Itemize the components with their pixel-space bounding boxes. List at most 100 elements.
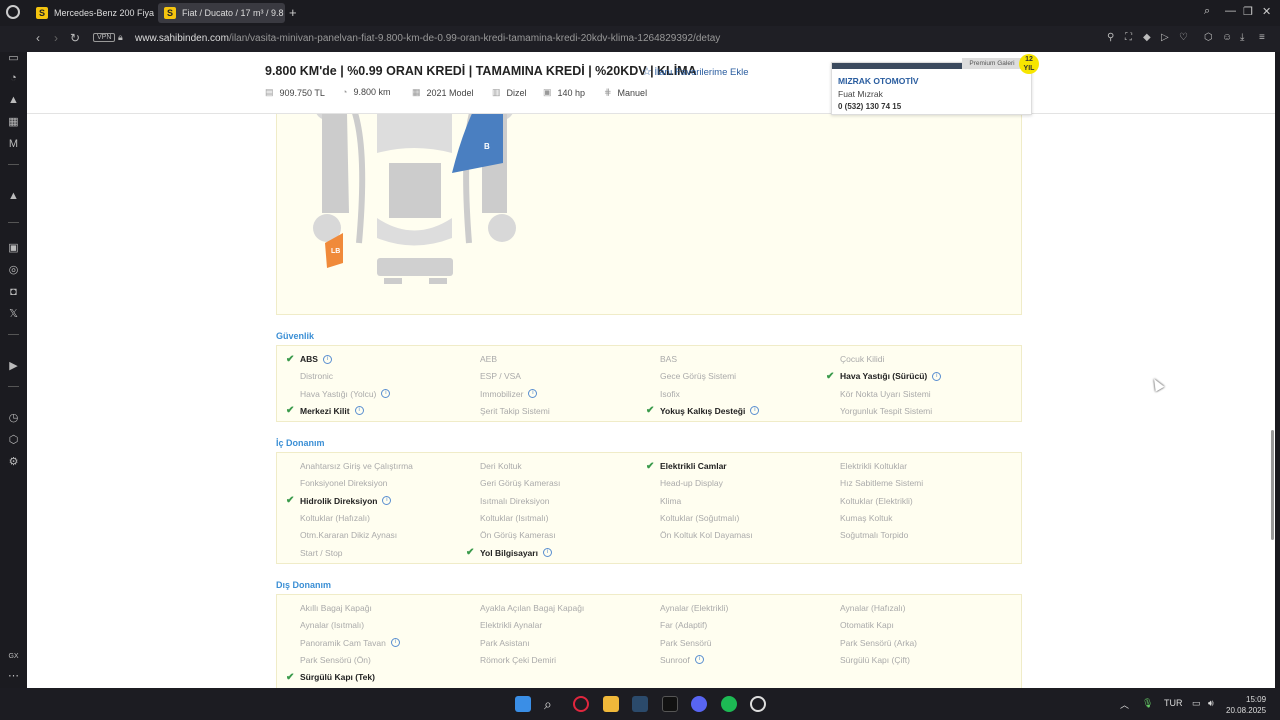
browser-tab-bar: S Mercedes-Benz 200 Fiya S Fiat / Ducato… [0,0,1280,26]
tab-label: Mercedes-Benz 200 Fiya [54,8,154,18]
download-icon[interactable]: ⤓ [1240,32,1244,43]
clock[interactable]: 15:09 20.08.2025 [1226,694,1266,716]
check-icon: ✔ [466,547,475,558]
epic-games-icon[interactable] [662,696,678,712]
extensions-icon[interactable]: ⬡ [1204,32,1213,43]
reload-icon[interactable]: ↻ [70,31,80,45]
minimize-icon[interactable]: — [1225,5,1236,17]
feature-label: Koltuklar (Soğutmalı) [660,512,740,523]
features-guvenlik: ✔ ABS i AEB BAS Çocuk Kilidi Distronic ESP / VS… [276,345,1022,422]
whatsapp-icon[interactable]: ◎ [7,264,20,277]
instagram-icon[interactable]: ◘ [7,286,20,299]
adblock-shield-icon[interactable]: ◆ [1143,32,1151,43]
info-icon[interactable]: i [381,389,391,399]
feature-item: Aynalar (Elektrikli) [660,603,728,613]
feature-item: Distronic [300,371,333,381]
gx-label[interactable]: GX [7,650,20,663]
lock-icon[interactable]: 🔒︎ [118,32,123,43]
info-icon[interactable]: i [354,406,364,416]
search-icon[interactable]: ⌕ [1204,5,1210,18]
history-icon[interactable]: ◔ [7,72,20,85]
clock-icon[interactable]: ◷ [7,412,20,425]
feature-item: Isofix [660,389,680,399]
discord-icon[interactable] [691,696,707,712]
control-icon[interactable]: ▲ [7,94,20,107]
file-explorer-icon[interactable] [603,696,619,712]
feature-label: Elektrikli Aynalar [480,620,543,631]
more-icon[interactable]: ⋯ [7,670,20,683]
send-icon[interactable]: ▷ [1161,32,1169,43]
feature-label: Kör Nokta Uyarı Sistemi [840,388,931,399]
feature-label: Şerit Takip Sistemi [480,405,550,416]
aria-icon[interactable]: ▲ [7,190,20,203]
feature-label: Ayakla Açılan Bagaj Kapağı [480,603,585,613]
seller-phone[interactable]: 0 (532) 130 74 15 [838,102,901,111]
info-icon[interactable]: i [322,354,332,364]
info-icon[interactable]: i [932,371,942,381]
volume-icon[interactable]: 🔊︎ [1208,698,1214,709]
feature-item: Park Sensörü (Arka) [840,638,917,648]
star-icon: ☆ [642,66,652,78]
language-indicator[interactable]: TUR [1164,698,1183,708]
forward-icon[interactable]: › [54,31,58,45]
check-icon: ✔ [826,370,835,382]
url-field[interactable]: www.sahibinden.com/ilan/vasita-minivan-p… [135,33,720,44]
info-icon[interactable]: i [382,496,392,506]
vpn-badge[interactable]: VPN [93,33,116,42]
add-favorite-link[interactable]: ☆ İlanı Favorilerime Ekle [642,65,749,78]
menu-icon[interactable]: ≡ [1259,32,1265,43]
feature-item: Sürgülü Kapı (Çift) [840,655,910,665]
info-icon[interactable]: i [390,638,400,648]
damage-diagram-box: B LB [276,92,1022,315]
player-icon[interactable]: ▶ [7,360,20,373]
steam-icon[interactable] [632,696,648,712]
news-icon[interactable]: ▦ [7,116,20,129]
opera-gx-taskbar-icon[interactable] [573,696,589,712]
feature-label: Ön Görüş Kamerası [480,530,556,541]
info-icon[interactable]: i [528,389,538,399]
seller-card[interactable]: Premium Galeri 12 YIL MIZRAK OTOMOTİV Fua… [831,54,1039,115]
info-icon[interactable]: i [694,655,704,665]
snapshot-icon[interactable]: ⛶ [1125,32,1132,43]
network-icon[interactable]: ▭ [1192,698,1201,709]
search-taskbar-icon[interactable]: ⌕ [544,696,560,712]
seller-person: Fuat Mızrak [838,89,883,99]
feature-item: Şerit Takip Sistemi [480,406,550,416]
tray-chevron-icon[interactable]: ︿ [1120,698,1129,711]
new-tab-icon[interactable]: + [289,5,297,20]
account-icon[interactable]: ☺ [1222,32,1232,43]
tab-mercedes[interactable]: S Mercedes-Benz 200 Fiya [30,3,154,23]
info-icon[interactable]: i [542,548,552,557]
heart-icon[interactable]: ♡ [1179,32,1188,43]
back-icon[interactable]: ‹ [36,31,40,45]
twitch-icon[interactable]: ▣ [7,242,20,255]
feature-label: Park Asistanı [480,637,530,648]
tab-fiat-active[interactable]: S Fiat / Ducato / 17 m³ / 9.8 [158,3,285,23]
feature-label: Koltuklar (Isıtmalı) [480,512,549,523]
x-icon[interactable]: 𝕏 [7,308,20,321]
feature-label: Anahtarsız Giriş ve Çalıştırma [300,461,413,471]
app-icon[interactable] [750,696,766,712]
feature-item: BAS [660,354,677,364]
windows-start-icon[interactable] [515,696,531,712]
feature-item: Isıtmalı Direksiyon [480,496,549,506]
feature-item: Ön Koltuk Kol Dayaması [660,530,753,540]
restore-icon[interactable]: ❐ [1243,5,1253,18]
extensions-sidebar-icon[interactable]: ⬡ [7,434,20,447]
feature-label: Panoramik Cam Tavan [300,637,386,648]
pin-icon[interactable]: ⚲ [1107,32,1114,43]
microphone-icon[interactable]: 🎙︎ [1142,698,1153,709]
settings-icon[interactable]: ⚙ [7,456,20,469]
seller-name[interactable]: MIZRAK OTOMOTİV [838,76,919,86]
feature-label: AEB [480,354,498,364]
url-domain: www.sahibinden.com [135,33,229,44]
spec-price: ▤ 909.750 TL [265,87,325,98]
wallet-icon[interactable]: ▭ [7,52,20,65]
close-icon[interactable]: ✕ [1262,5,1271,18]
info-icon[interactable]: i [750,406,760,416]
feature-item: Kumaş Koltuk [840,513,892,523]
mods-icon[interactable]: M [7,138,20,151]
opera-gx-logo-icon[interactable] [6,5,20,19]
page-scrollbar[interactable] [1271,430,1274,540]
spotify-icon[interactable] [721,696,737,712]
